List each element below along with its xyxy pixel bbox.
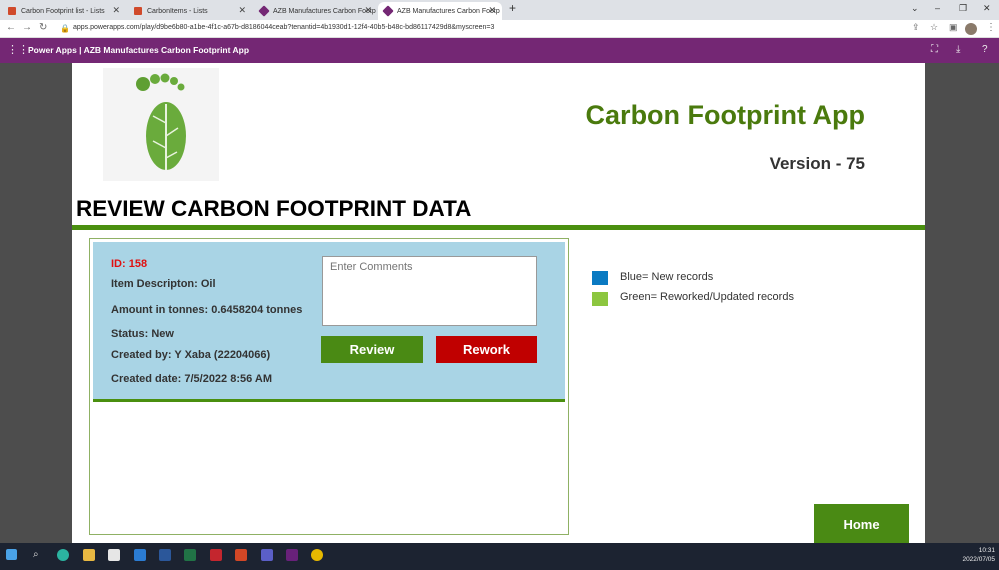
menu-kebab-icon[interactable]: ⋮ — [986, 22, 996, 33]
page-heading: REVIEW CARBON FOOTPRINT DATA — [76, 196, 472, 221]
help-icon[interactable]: ? — [982, 44, 988, 55]
close-tab-icon[interactable]: ✕ — [488, 5, 496, 16]
search-icon[interactable]: ⌕ — [33, 549, 45, 561]
visual-studio-icon[interactable] — [286, 549, 298, 561]
home-button[interactable]: Home — [814, 504, 909, 544]
sharepoint-icon — [8, 7, 16, 15]
chrome-icon[interactable] — [311, 549, 323, 561]
powerapps-header: ⋮⋮ Power Apps | AZB Manufactures Carbon … — [0, 38, 999, 63]
fit-to-screen-icon[interactable]: ⛶ — [931, 44, 938, 55]
record-created-by: Created by: Y Xaba (22204066) — [111, 349, 271, 361]
powerapps-icon — [382, 5, 394, 17]
browser-tab-3[interactable]: AZB Manufactures Carbon Footp ✕ — [254, 2, 378, 20]
tab-search-icon[interactable]: ⌄ — [911, 3, 919, 14]
review-button[interactable]: Review — [321, 336, 423, 363]
app-title: Carbon Footprint App — [585, 100, 865, 130]
new-tab-button[interactable]: + — [509, 1, 516, 15]
footprint-logo — [103, 68, 219, 181]
browser-tab-bar: Carbon Footprint list - Lists ✕ CarbonIt… — [0, 0, 999, 20]
file-explorer-icon[interactable] — [83, 549, 95, 561]
windows-start-icon[interactable] — [6, 549, 17, 560]
acrobat-icon[interactable] — [210, 549, 222, 561]
share-icon[interactable]: ⇪ — [912, 22, 920, 33]
maximize-icon[interactable]: ❐ — [959, 3, 967, 14]
legend-blue-label: Blue= New records — [620, 271, 714, 283]
outlook-icon[interactable] — [134, 549, 146, 561]
profile-avatar[interactable] — [965, 23, 977, 35]
legend-blue-swatch — [592, 271, 608, 285]
windows-taskbar: ⌕ 10:31 2022/07/05 — [0, 543, 999, 570]
powerapps-header-title: Power Apps | AZB Manufactures Carbon Foo… — [28, 45, 250, 55]
sharepoint-icon — [134, 7, 142, 15]
excel-icon[interactable] — [184, 549, 196, 561]
browser-tab-2[interactable]: CarbonItems - Lists ✕ — [128, 2, 252, 20]
browser-tab-1[interactable]: Carbon Footprint list - Lists ✕ — [2, 2, 126, 20]
legend-green-label: Green= Reworked/Updated records — [620, 291, 794, 303]
record-status: Status: New — [111, 328, 174, 340]
record-id: ID: 158 — [111, 258, 148, 270]
rework-button[interactable]: Rework — [436, 336, 537, 363]
record-description: Item Descripton: Oil — [111, 278, 216, 290]
minimize-icon[interactable]: – — [935, 3, 940, 13]
close-tab-icon[interactable]: ✕ — [364, 5, 372, 16]
legend-green-swatch — [592, 292, 608, 306]
tab-label: CarbonItems - Lists — [147, 7, 208, 15]
record-created-date: Created date: 7/5/2022 8:56 AM — [111, 373, 272, 385]
teams-icon[interactable] — [261, 549, 273, 561]
tab-label: AZB Manufactures Carbon Footp — [397, 7, 500, 15]
bookmark-star-icon[interactable]: ☆ — [930, 22, 938, 33]
sidebar-icon[interactable]: ▣ — [949, 22, 958, 33]
record-amount: Amount in tonnes: 0.6458204 tonnes — [111, 304, 303, 316]
version-label: Version - 75 — [769, 154, 865, 173]
url-input[interactable]: apps.powerapps.com/play/d9be6b80-a1be-4f… — [73, 24, 494, 31]
powerapps-icon — [258, 5, 270, 17]
left-margin — [0, 63, 72, 543]
tab-label: AZB Manufactures Carbon Footp — [273, 7, 376, 15]
close-window-icon[interactable]: ✕ — [983, 3, 991, 14]
forward-icon[interactable]: → — [22, 22, 32, 33]
powerpoint-icon[interactable] — [235, 549, 247, 561]
word-icon[interactable] — [159, 549, 171, 561]
address-bar: ← → ↻ 🔒 apps.powerapps.com/play/d9be6b80… — [0, 20, 999, 38]
clock-date: 2022/07/05 — [962, 556, 995, 563]
header-divider — [72, 225, 925, 230]
reload-icon[interactable]: ↻ — [39, 22, 47, 33]
lock-icon: 🔒 — [60, 24, 70, 33]
edge-icon[interactable] — [57, 549, 69, 561]
right-margin — [925, 63, 999, 543]
store-icon[interactable] — [108, 549, 120, 561]
clock-time: 10:31 — [978, 547, 995, 554]
back-icon[interactable]: ← — [6, 22, 16, 33]
close-tab-icon[interactable]: ✕ — [112, 5, 120, 16]
close-tab-icon[interactable]: ✕ — [238, 5, 246, 16]
tab-label: Carbon Footprint list - Lists — [21, 7, 105, 15]
comments-input[interactable] — [322, 256, 537, 326]
app-launcher-icon[interactable]: ⋮⋮ — [7, 43, 29, 56]
download-icon[interactable]: ⤓ — [956, 44, 960, 55]
browser-tab-4-active[interactable]: AZB Manufactures Carbon Footp ✕ — [378, 2, 502, 20]
system-clock[interactable]: 10:31 2022/07/05 — [962, 546, 995, 564]
